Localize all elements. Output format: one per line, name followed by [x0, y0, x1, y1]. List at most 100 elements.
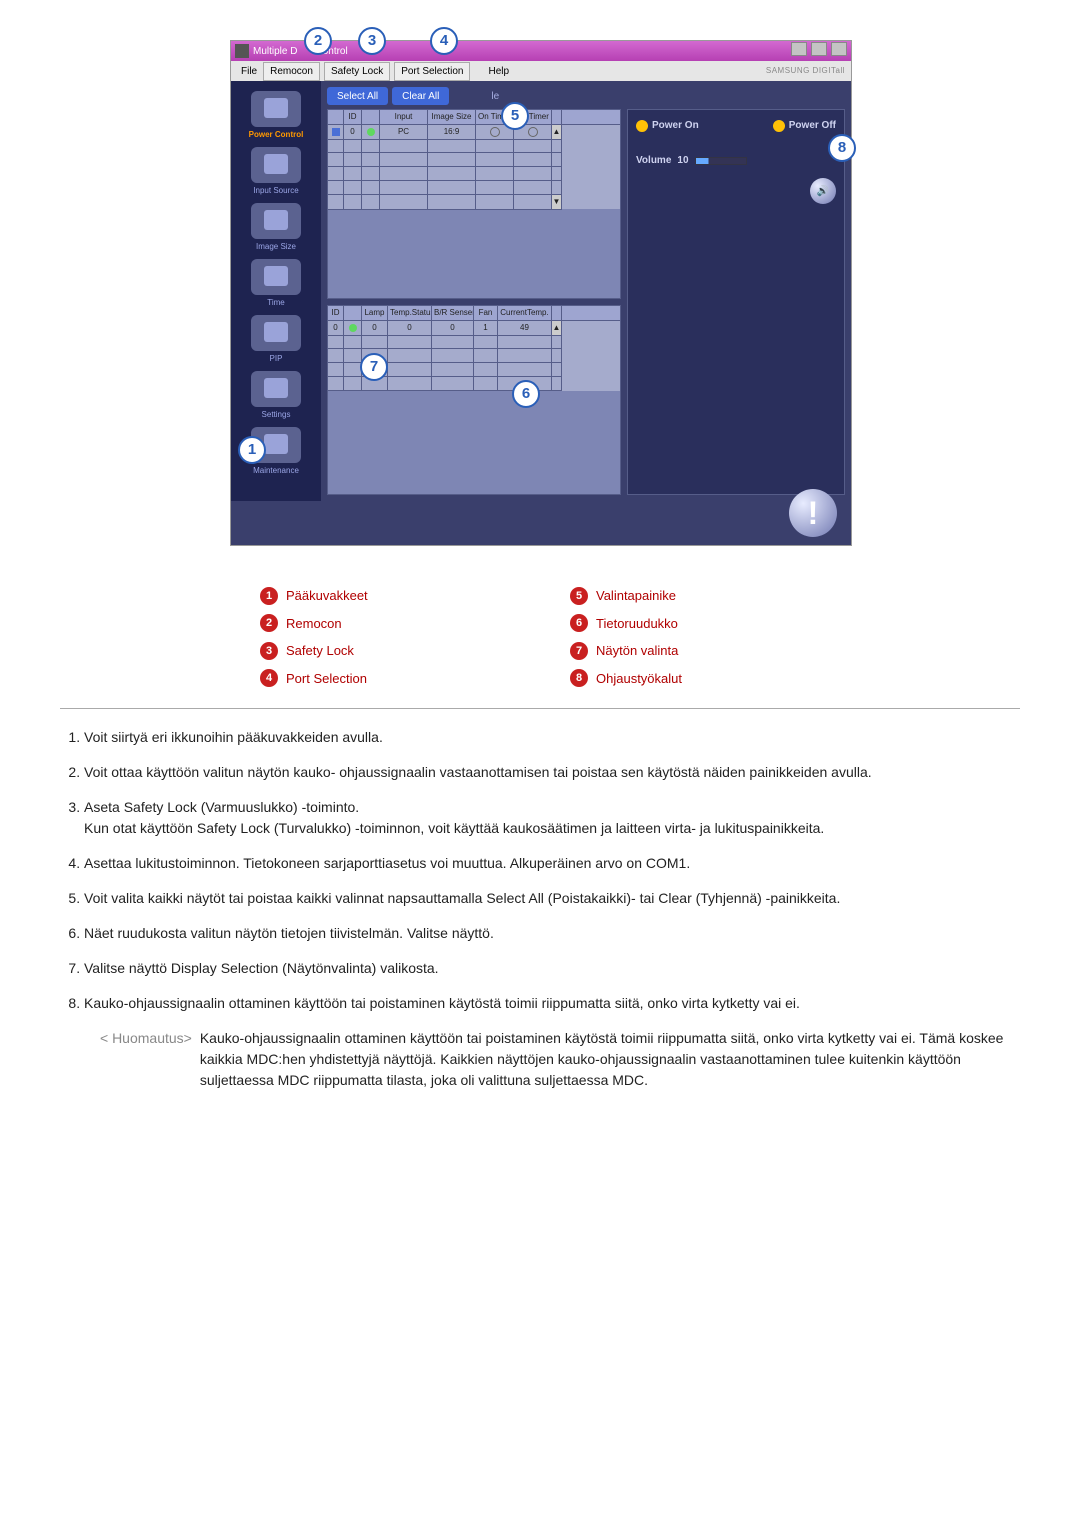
camera-icon	[264, 98, 288, 118]
power-on-radio[interactable]: Power On	[636, 118, 699, 133]
sidebar-label-input: Input Source	[253, 185, 298, 197]
legend-6: Tietoruudukko	[596, 614, 678, 634]
menu-remocon[interactable]: Remocon	[263, 62, 320, 81]
minimize-button[interactable]	[791, 42, 807, 56]
close-button[interactable]	[831, 42, 847, 56]
upper-grid[interactable]: ID Input Image Size On Timer Off Timer	[327, 109, 621, 299]
clear-all-button[interactable]: Clear All	[392, 87, 449, 105]
status-dot-icon	[349, 324, 357, 332]
pip-icon	[264, 322, 288, 342]
select-all-button[interactable]: Select All	[327, 87, 388, 105]
table-row[interactable]	[328, 167, 620, 181]
legend-7: Näytön valinta	[596, 641, 678, 661]
status-area: !	[231, 501, 851, 545]
sidebar-time[interactable]	[251, 259, 301, 295]
sidebar-settings[interactable]	[251, 371, 301, 407]
main-area: Select All Clear All le ID Input	[321, 81, 851, 501]
list-item: Asettaa lukitustoiminnon. Tietokoneen sa…	[84, 853, 1020, 874]
menu-file[interactable]: File	[235, 62, 263, 81]
radio-icon	[490, 127, 500, 137]
window-controls[interactable]	[790, 42, 847, 61]
info-icon: !	[789, 489, 837, 537]
status-dot-icon	[367, 128, 375, 136]
list-item: Aseta Safety Lock (Varmuuslukko) -toimin…	[84, 797, 1020, 839]
table-row[interactable]: ▼	[328, 195, 620, 209]
control-panel: Power On Power Off Volume 10	[627, 109, 845, 495]
callout-3: 3	[358, 27, 386, 55]
sidebar-input-source[interactable]	[251, 147, 301, 183]
wrench-icon	[264, 434, 288, 454]
callout-1: 1	[238, 436, 266, 464]
sidebar-label-time: Time	[267, 297, 284, 309]
menu-port-selection[interactable]: Port Selection	[394, 62, 470, 81]
size-icon	[264, 210, 288, 230]
upper-grid-header: ID Input Image Size On Timer Off Timer	[328, 110, 620, 125]
lower-grid-header: ID Lamp Temp.Status B/R Senser Fan Curre…	[328, 306, 620, 321]
power-on-label: Power On	[652, 118, 699, 133]
legend: 1Pääkuvakkeet 5Valintapainike 2Remocon 6…	[200, 586, 880, 688]
list-item: Voit siirtyä eri ikkunoihin pääkuvakkeid…	[84, 727, 1020, 748]
app-body: Power Control Input Source Image Size Ti…	[231, 81, 851, 501]
device-icon	[264, 154, 288, 174]
toolbar: Select All Clear All le	[327, 87, 845, 105]
power-off-label: Power Off	[789, 118, 836, 133]
volume-label: Volume	[636, 153, 671, 168]
sidebar-label-settings: Settings	[262, 409, 291, 421]
volume-slider[interactable]	[695, 157, 747, 165]
list-item: Voit ottaa käyttöön valitun näytön kauko…	[84, 762, 1020, 783]
radio-icon	[528, 127, 538, 137]
note-label: < Huomautus>	[100, 1028, 192, 1091]
volume-value: 10	[677, 153, 688, 168]
legend-4: Port Selection	[286, 669, 367, 689]
divider	[60, 708, 1020, 709]
sidebar-label-maint: Maintenance	[253, 465, 299, 477]
list-item: Voit valita kaikki näytöt tai poistaa ka…	[84, 888, 1020, 909]
table-row[interactable]	[328, 153, 620, 167]
list-item: Näet ruudukosta valitun näytön tietojen …	[84, 923, 1020, 944]
list-item: Kauko-ohjaussignaalin ottaminen käyttöön…	[84, 993, 1020, 1014]
list-item: Valitse näyttö Display Selection (Näytön…	[84, 958, 1020, 979]
sidebar-image-size[interactable]	[251, 203, 301, 239]
menu-safety-lock[interactable]: Safety Lock	[324, 62, 390, 81]
menu-bar: File Remocon Safety Lock Port Selection …	[231, 61, 851, 81]
note: < Huomautus> Kauko-ohjaussignaalin ottam…	[100, 1028, 1020, 1091]
doc-list: Voit siirtyä eri ikkunoihin pääkuvakkeid…	[60, 727, 1020, 1091]
callout-2: 2	[304, 27, 332, 55]
callout-4: 4	[430, 27, 458, 55]
legend-1: Pääkuvakkeet	[286, 586, 368, 606]
table-row[interactable]	[328, 181, 620, 195]
callout-8: 8	[828, 134, 856, 162]
sidebar-label-image: Image Size	[256, 241, 296, 253]
menu-help[interactable]: Help	[482, 62, 515, 81]
speaker-icon[interactable]: 🔊	[810, 178, 836, 204]
legend-3: Safety Lock	[286, 641, 354, 661]
gear-icon	[264, 378, 288, 398]
sidebar-pip[interactable]	[251, 315, 301, 351]
table-row[interactable]	[328, 335, 620, 349]
clock-icon	[264, 266, 288, 286]
note-text: Kauko-ohjaussignaalin ottaminen käyttöön…	[200, 1028, 1020, 1091]
legend-2: Remocon	[286, 614, 342, 634]
table-row[interactable]: 0 0 0 0 1 49 ▲	[328, 321, 620, 335]
lower-grid[interactable]: ID Lamp Temp.Status B/R Senser Fan Curre…	[327, 305, 621, 495]
table-row[interactable]: 0 PC 16:9 ▲	[328, 125, 620, 139]
callout-5: 5	[501, 102, 529, 130]
app-window: Multiple D Control File Remocon Safety L…	[230, 40, 852, 546]
toolbar-suffix: le	[491, 89, 499, 104]
volume-row: Volume 10	[636, 153, 836, 168]
callout-6: 6	[512, 380, 540, 408]
sidebar-power-control[interactable]	[251, 91, 301, 127]
legend-8: Ohjaustyökalut	[596, 669, 682, 689]
maximize-button[interactable]	[811, 42, 827, 56]
title-left: Multiple D	[253, 44, 297, 59]
sidebar-label-power: Power Control	[249, 129, 304, 141]
radio-off-icon	[773, 120, 785, 132]
table-row[interactable]	[328, 139, 620, 153]
callout-7: 7	[360, 353, 388, 381]
radio-on-icon	[636, 120, 648, 132]
brand-label: SAMSUNG DIGITall	[766, 65, 845, 77]
app-icon	[235, 44, 249, 58]
sidebar-label-pip: PIP	[270, 353, 283, 365]
power-off-radio[interactable]: Power Off	[773, 118, 836, 133]
legend-5: Valintapainike	[596, 586, 676, 606]
